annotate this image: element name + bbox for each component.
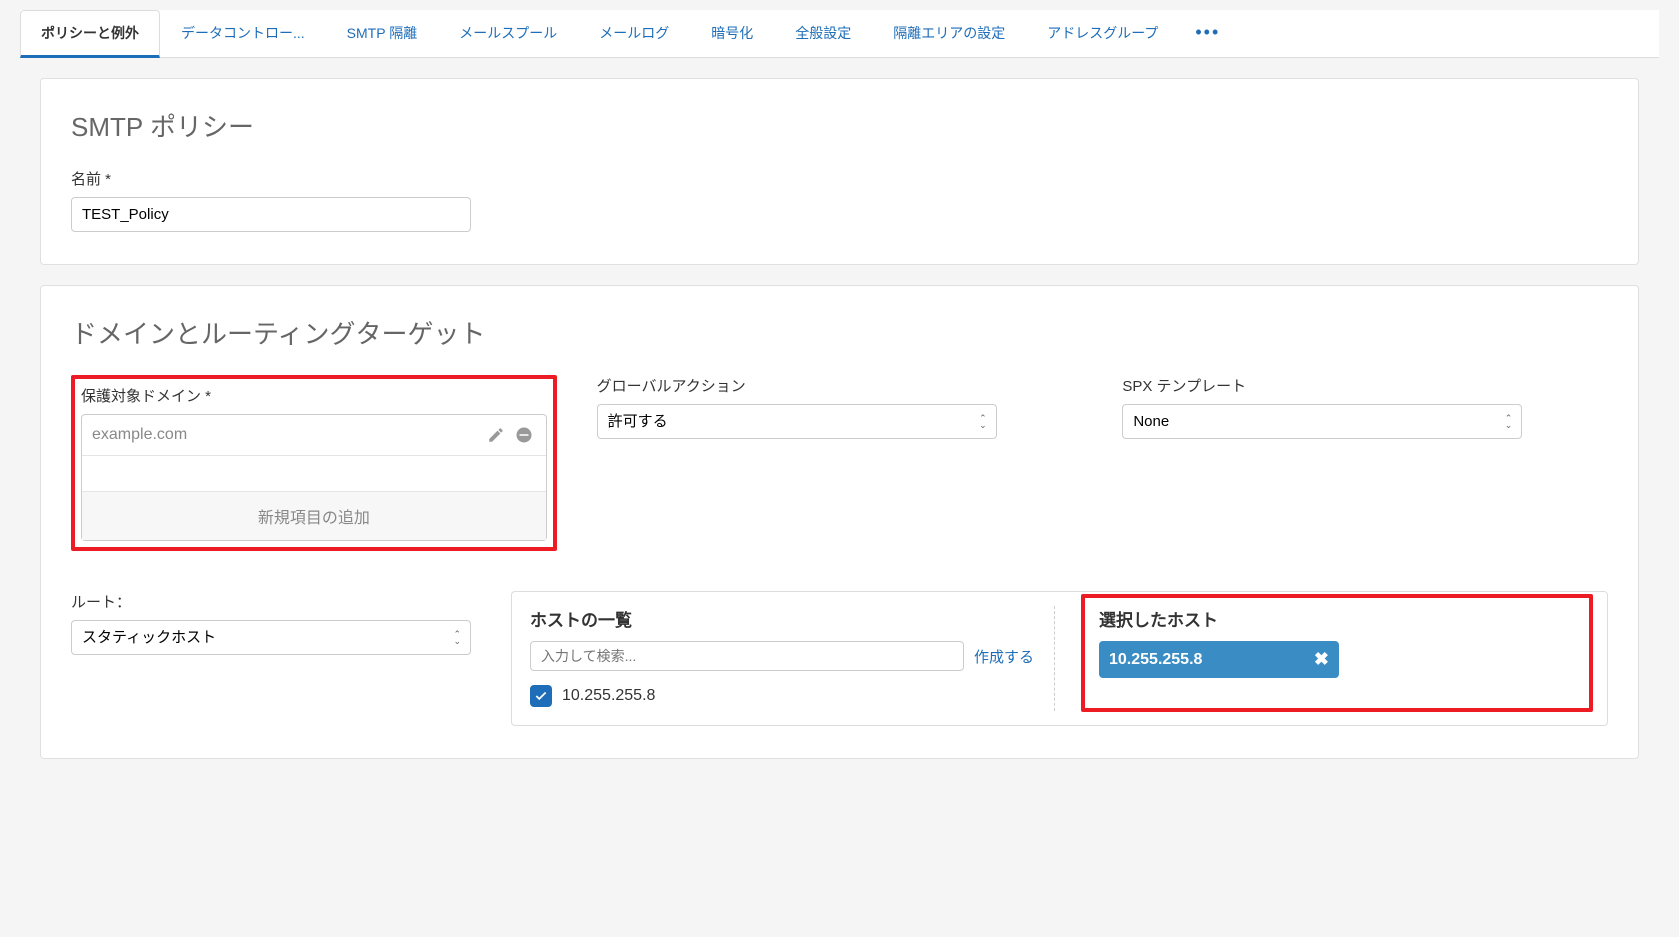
create-host-link[interactable]: 作成する [974, 646, 1034, 667]
domain-value: example.com [92, 426, 480, 444]
route-select[interactable]: スタティックホスト [71, 620, 471, 655]
host-list-title: ホストの一覧 [530, 606, 1034, 631]
host-panel: ホストの一覧 作成する 10.255.255.8 選択したホスト [511, 591, 1608, 726]
selected-host-highlight: 選択したホスト 10.255.255.8 ✖ [1081, 594, 1593, 712]
global-action-select[interactable]: 許可する [597, 404, 997, 439]
host-list-section: ホストの一覧 作成する 10.255.255.8 [530, 606, 1055, 711]
tab-encryption[interactable]: 暗号化 [690, 10, 774, 57]
selected-host-section: 選択したホスト 10.255.255.8 ✖ [1085, 606, 1589, 711]
tab-bar: ポリシーと例外 データコントロー... SMTP 隔離 メールスプール メールロ… [20, 10, 1659, 58]
policy-name-input[interactable] [71, 197, 471, 232]
spx-template-select[interactable]: None [1122, 404, 1522, 439]
tab-mail-spool[interactable]: メールスプール [438, 10, 578, 57]
add-domain-button[interactable]: 新規項目の追加 [82, 492, 546, 540]
global-action-label: グローバルアクション [597, 375, 1083, 396]
tab-policy-exceptions[interactable]: ポリシーと例外 [20, 10, 160, 58]
name-label: 名前 * [71, 168, 1608, 189]
domain-routing-panel: ドメインとルーティングターゲット 保護対象ドメイン * example.com [40, 285, 1639, 759]
tab-smtp-quarantine[interactable]: SMTP 隔離 [326, 10, 439, 57]
host-list-item[interactable]: 10.255.255.8 [530, 681, 1034, 711]
smtp-policy-panel: SMTP ポリシー 名前 * [40, 78, 1639, 265]
tab-address-group[interactable]: アドレスグループ [1026, 10, 1179, 57]
route-label: ルート： [71, 591, 471, 612]
host-ip-text: 10.255.255.8 [562, 687, 655, 705]
host-checkbox-checked-icon[interactable] [530, 685, 552, 707]
remove-chip-icon[interactable]: ✖ [1314, 649, 1329, 670]
protected-domain-highlight: 保護対象ドメイン * example.com 新規項目の追加 [71, 375, 557, 551]
protected-domain-box: example.com 新規項目の追加 [81, 414, 547, 541]
spx-template-label: SPX テンプレート [1122, 375, 1608, 396]
routing-header: ドメインとルーティングターゲット [71, 314, 1608, 351]
tab-data-control[interactable]: データコントロー... [160, 10, 326, 57]
tab-quarantine-area-settings[interactable]: 隔離エリアの設定 [872, 10, 1026, 57]
smtp-policy-header: SMTP ポリシー [71, 107, 1608, 144]
tab-mail-log[interactable]: メールログ [578, 10, 690, 57]
chip-ip-text: 10.255.255.8 [1109, 651, 1202, 669]
protected-domain-label: 保護対象ドメイン * [81, 385, 547, 406]
remove-icon[interactable] [512, 423, 536, 447]
selected-host-chip: 10.255.255.8 ✖ [1099, 641, 1339, 678]
tab-more-icon[interactable]: ••• [1179, 10, 1236, 57]
domain-row: example.com [82, 415, 546, 456]
selected-host-title: 選択したホスト [1099, 606, 1575, 631]
host-search-input[interactable] [530, 641, 964, 671]
tab-general-settings[interactable]: 全般設定 [774, 10, 872, 57]
edit-icon[interactable] [484, 423, 508, 447]
